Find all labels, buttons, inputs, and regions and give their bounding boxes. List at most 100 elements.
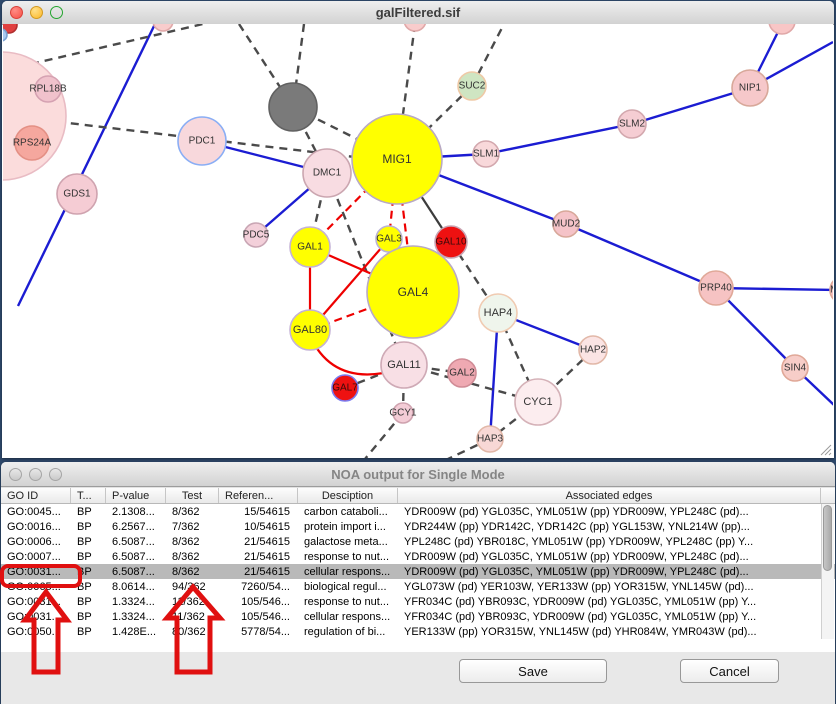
- network-edge: [566, 224, 716, 288]
- node-label: SUC2: [459, 81, 486, 92]
- table-row[interactable]: GO:0031...BP1.3324...11/362105/546...res…: [1, 594, 835, 609]
- table-row[interactable]: GO:0007...BP6.5087...8/36221/54615respon…: [1, 549, 835, 564]
- node-PRP40[interactable]: PRP40: [699, 271, 733, 305]
- node-top-cut-2[interactable]: [404, 24, 426, 31]
- table-cell: GO:0031...: [1, 596, 71, 608]
- node-GCY1[interactable]: GCY1: [389, 403, 417, 423]
- node-label: GAL4: [398, 285, 429, 299]
- zoom-button[interactable]: [50, 6, 63, 19]
- node-gray-node[interactable]: [269, 83, 317, 131]
- close-button[interactable]: [9, 468, 22, 481]
- node-CYC1[interactable]: CYC1: [515, 379, 561, 425]
- minimize-button[interactable]: [30, 6, 43, 19]
- node-label: HAP3: [477, 434, 504, 445]
- node-GAL4[interactable]: GAL4: [367, 246, 459, 338]
- table-cell: YGL073W (pd) YER103W, YER133W (pp) YOR31…: [398, 581, 821, 593]
- node-HAP4[interactable]: HAP4: [479, 294, 517, 332]
- table-row[interactable]: GO:0006...BP6.5087...8/36221/54615galact…: [1, 534, 835, 549]
- table-cell: cellular respons...: [298, 566, 398, 578]
- node-GAL2[interactable]: GAL2: [448, 359, 476, 387]
- node-GAL11[interactable]: GAL11: [381, 342, 427, 388]
- node-PDC1[interactable]: PDC1: [178, 117, 226, 165]
- node-GAL7[interactable]: GAL7: [332, 375, 358, 401]
- table-cell: 8/362: [166, 566, 219, 578]
- node-label: GAL11: [387, 359, 420, 371]
- column-header-test[interactable]: Test: [166, 488, 219, 503]
- resize-grip[interactable]: [819, 443, 832, 456]
- table-row[interactable]: GO:0031...BP1.3324...11/362105/546...cel…: [1, 609, 835, 624]
- node-label: GAL3: [376, 234, 402, 245]
- table-cell: 6.2567...: [106, 521, 166, 533]
- table-cell: YFR034C (pd) YBR093C, YDR009W (pd) YGL03…: [398, 611, 821, 623]
- table-cell: protein import i...: [298, 521, 398, 533]
- table-cell: cellular respons...: [298, 611, 398, 623]
- node-top-cut-3[interactable]: [769, 24, 795, 34]
- table-cell: 10/54615: [219, 521, 298, 533]
- node-GAL80[interactable]: GAL80: [290, 310, 330, 350]
- table-row[interactable]: GO:0050...BP1.428E...80/3625778/54...reg…: [1, 624, 835, 639]
- window-title: NOA output for Single Mode: [331, 467, 505, 482]
- table-row[interactable]: GO:0016...BP6.2567...7/36210/54615protei…: [1, 519, 835, 534]
- column-header-associated-edges[interactable]: Associated edges: [398, 488, 821, 503]
- node-label: GAL7: [332, 383, 358, 394]
- table-cell: BP: [71, 581, 106, 593]
- cancel-button[interactable]: Cancel: [680, 659, 779, 683]
- column-header-t-[interactable]: T...: [71, 488, 106, 503]
- table-cell: YPL248C (pd) YBR018C, YML051W (pp) YDR00…: [398, 536, 821, 548]
- node-SUC2[interactable]: SUC2: [458, 72, 486, 100]
- node-MIG1[interactable]: MIG1: [352, 114, 442, 204]
- close-button[interactable]: [10, 6, 23, 19]
- node-label: PDC1: [189, 136, 216, 147]
- node-MSN5[interactable]: MSN5: [830, 276, 833, 304]
- column-header-referen-[interactable]: Referen...: [219, 488, 298, 503]
- node-big-pink[interactable]: [3, 52, 66, 180]
- table-cell: BP: [71, 566, 106, 578]
- node-label: PDC5: [243, 230, 270, 241]
- table-cell: BP: [71, 626, 106, 638]
- node-top-cut-1[interactable]: [153, 24, 173, 31]
- table-cell: GO:0031...: [1, 566, 71, 578]
- node-label: GDS1: [63, 189, 91, 200]
- table-row[interactable]: GO:0045...BP2.1308...8/36215/54615carbon…: [1, 504, 835, 519]
- table-row[interactable]: GO:0031...BP6.5087...8/36221/54615cellul…: [1, 564, 835, 579]
- column-header-p-value[interactable]: P-value: [106, 488, 166, 503]
- node-MUD2[interactable]: MUD2: [552, 211, 581, 237]
- vertical-scrollbar[interactable]: [821, 504, 834, 639]
- table-cell: BP: [71, 611, 106, 623]
- save-button[interactable]: Save: [459, 659, 607, 683]
- zoom-button[interactable]: [49, 468, 62, 481]
- column-header-desciption[interactable]: Desciption: [298, 488, 398, 503]
- table-body: GO:0045...BP2.1308...8/36215/54615carbon…: [1, 504, 835, 639]
- node-DMC1[interactable]: DMC1: [303, 149, 351, 197]
- node-SIN4[interactable]: SIN4: [782, 355, 808, 381]
- traffic-lights: [10, 1, 63, 24]
- node-label: RPS24A: [13, 138, 52, 149]
- node-label: MUD2: [552, 219, 581, 230]
- minimize-button[interactable]: [29, 468, 42, 481]
- table-cell: 21/54615: [219, 566, 298, 578]
- network-canvas[interactable]: RPL18BRPS24APDC1GDS1DMC1MIG1SLM1SUC2SLM2…: [3, 24, 833, 458]
- table-cell: GO:0016...: [1, 521, 71, 533]
- table-cell: 6.5087...: [106, 551, 166, 563]
- table-cell: GO:0006...: [1, 536, 71, 548]
- column-header-go-id[interactable]: GO ID: [1, 488, 71, 503]
- node-GAL1[interactable]: GAL1: [290, 227, 330, 267]
- node-SLM1[interactable]: SLM1: [473, 141, 500, 167]
- table-cell: BP: [71, 551, 106, 563]
- table-row[interactable]: GO:0065...BP8.0614...94/3627260/54...bio…: [1, 579, 835, 594]
- network-window-titlebar[interactable]: galFiltered.sif: [2, 1, 834, 25]
- table-cell: 21/54615: [219, 536, 298, 548]
- table-cell: GO:0065...: [1, 581, 71, 593]
- node-GAL10[interactable]: GAL10: [435, 226, 467, 258]
- node-label: MSN5: [830, 285, 833, 296]
- node-HAP3[interactable]: HAP3: [477, 426, 504, 452]
- node-SLM2[interactable]: SLM2: [618, 110, 646, 138]
- table-cell: regulation of bi...: [298, 626, 398, 638]
- scrollbar-thumb[interactable]: [823, 505, 832, 571]
- node-HAP2[interactable]: HAP2: [579, 336, 607, 364]
- table-cell: 94/362: [166, 581, 219, 593]
- node-GDS1[interactable]: GDS1: [57, 174, 97, 214]
- noa-window-titlebar[interactable]: NOA output for Single Mode: [1, 462, 835, 487]
- node-NIP1[interactable]: NIP1: [732, 70, 768, 106]
- table-cell: 1.428E...: [106, 626, 166, 638]
